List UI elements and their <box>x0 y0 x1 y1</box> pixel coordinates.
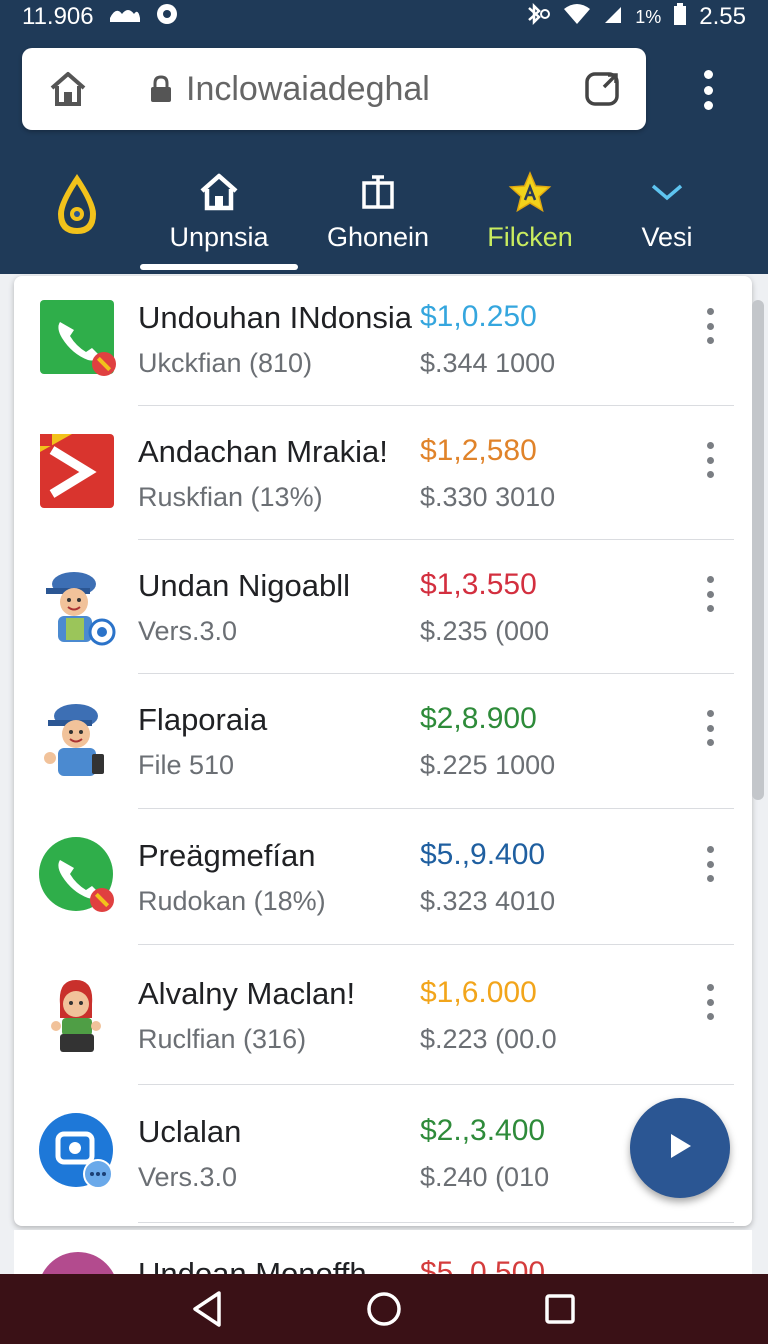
tab-unpnsia[interactable]: Unpnsia <box>150 164 288 274</box>
item-title: Undoan Monoffh <box>138 1256 367 1274</box>
list-item[interactable]: Andachan Mrakia! Ruskfian (13%) $1,2,580… <box>14 410 752 545</box>
battery-percent: 1% <box>635 6 662 27</box>
divider <box>138 1222 734 1223</box>
item-price: $1,3.550 <box>420 568 537 601</box>
status-time-left: 11.906 <box>22 3 94 30</box>
url-bar[interactable]: Inclowaiadeghal <box>22 48 646 130</box>
scrollbar-thumb[interactable] <box>752 300 764 800</box>
item-title: Alvalny Maclan! <box>138 976 356 1011</box>
tab-vesi[interactable]: Vesi <box>626 164 708 274</box>
worker-phone-avatar-icon <box>38 700 118 780</box>
play-fab-button[interactable] <box>630 1098 730 1198</box>
item-subtitle: Ukckfian (810) <box>138 348 313 378</box>
item-subtitle: Ruclfian (316) <box>138 1024 307 1054</box>
item-amount: $.323 4010 <box>420 886 556 916</box>
worker-avatar-icon <box>38 566 118 646</box>
item-amount: $.235 (000 <box>420 616 550 646</box>
lock-icon <box>148 74 174 104</box>
app-header: Inclowaiadeghal Unpnsia Ghonein Filcken <box>0 34 768 274</box>
item-title: Andachan Mrakia! <box>138 434 388 469</box>
phone-app-icon <box>38 298 118 378</box>
item-subtitle: Vers.3.0 <box>138 1162 238 1192</box>
app-icon <box>38 1252 118 1274</box>
item-price: $2,8.900 <box>420 702 537 735</box>
tab-label: Ghonein <box>326 222 430 252</box>
item-subtitle: Ruskfian (13%) <box>138 482 323 512</box>
more-options-icon[interactable] <box>700 576 720 612</box>
list-item[interactable]: Preägmefían Rudokan (18%) $5.,9.400 $.32… <box>14 814 752 949</box>
tab-label: Unpnsia <box>169 222 269 252</box>
item-amount: $.330 3010 <box>420 482 556 512</box>
divider <box>138 944 734 945</box>
tab-ghonein[interactable]: Ghonein <box>312 164 444 274</box>
home-circle-icon[interactable] <box>359 1284 409 1334</box>
item-title: Undan Nigoabll <box>138 568 350 603</box>
item-price: $5.,0.500 <box>420 1256 546 1274</box>
notification-icon <box>108 4 142 30</box>
item-amount: $.225 1000 <box>420 750 556 780</box>
wifi-icon <box>563 3 591 31</box>
star-icon <box>508 168 552 216</box>
list-item-partial[interactable]: Undoan Monoffh $5.,0.500 <box>14 1230 752 1274</box>
divider <box>138 808 734 809</box>
divider <box>138 539 734 540</box>
tab-label: Vesi <box>641 222 693 252</box>
sync-icon <box>156 3 178 31</box>
recents-icon[interactable] <box>535 1284 585 1334</box>
chevron-down-icon <box>650 168 684 216</box>
item-title: Undouhan INdonsia <box>138 300 413 335</box>
home-icon[interactable] <box>44 65 92 113</box>
tab-label: Filcken <box>487 222 573 252</box>
item-title: Preägmefían <box>138 838 316 873</box>
battery-icon <box>673 3 687 31</box>
more-options-icon[interactable] <box>700 442 720 478</box>
more-options-icon[interactable] <box>700 984 720 1020</box>
bluetooth-icon <box>525 2 551 31</box>
play-icon <box>667 1132 693 1165</box>
item-subtitle: File 510 <box>138 750 235 780</box>
active-tab-indicator <box>140 264 298 270</box>
drop-logo-icon <box>52 172 102 238</box>
home-icon <box>198 168 240 216</box>
status-bar: 11.906 1% 2.55 <box>0 0 768 34</box>
signal-icon <box>603 4 623 30</box>
tab-filcken[interactable]: Filcken <box>470 164 590 274</box>
item-price: $2.,3.400 <box>420 1114 546 1147</box>
item-title: Flaporaia <box>138 702 268 737</box>
status-time-right: 2.55 <box>699 3 746 30</box>
box-icon <box>360 168 396 216</box>
item-subtitle: Rudokan (18%) <box>138 886 326 916</box>
list-item[interactable]: Undouhan INdonsia Ukckfian (810) $1,0.25… <box>14 276 752 411</box>
tab-switcher-icon[interactable] <box>584 69 624 109</box>
list-item[interactable]: Undan Nigoabll Vers.3.0 $1,3.550 $.235 (… <box>14 544 752 679</box>
more-options-icon[interactable] <box>700 846 720 882</box>
url-text[interactable]: Inclowaiadeghal <box>186 70 584 109</box>
item-price: $5.,9.400 <box>420 838 546 871</box>
divider <box>138 405 734 406</box>
phone-app-icon <box>38 836 118 916</box>
item-list: Undouhan INdonsia Ukckfian (810) $1,0.25… <box>14 276 752 1226</box>
more-options-icon[interactable] <box>700 308 720 344</box>
item-amount: $.223 (00.0 <box>420 1024 557 1054</box>
woman-avatar-icon <box>38 974 118 1054</box>
item-title: Uclalan <box>138 1114 242 1149</box>
item-amount: $.240 (010 <box>420 1162 550 1192</box>
divider <box>138 673 734 674</box>
overflow-menu-icon[interactable] <box>692 70 724 110</box>
system-nav-bar <box>0 1274 768 1344</box>
divider <box>138 1084 734 1085</box>
chat-app-icon <box>38 1112 118 1192</box>
item-price: $1,6.000 <box>420 976 537 1009</box>
item-amount: $.344 1000 <box>420 348 556 378</box>
item-subtitle: Vers.3.0 <box>138 616 238 646</box>
list-item[interactable]: Alvalny Maclan! Ruclfian (316) $1,6.000 … <box>14 952 752 1087</box>
play-app-icon <box>38 432 118 512</box>
back-icon[interactable] <box>183 1284 233 1334</box>
list-item[interactable]: Flaporaia File 510 $2,8.900 $.225 1000 <box>14 678 752 813</box>
item-price: $1,0.250 <box>420 300 537 333</box>
tab-bar: Unpnsia Ghonein Filcken Vesi <box>0 164 768 274</box>
item-price: $1,2,580 <box>420 434 537 467</box>
more-options-icon[interactable] <box>700 710 720 746</box>
